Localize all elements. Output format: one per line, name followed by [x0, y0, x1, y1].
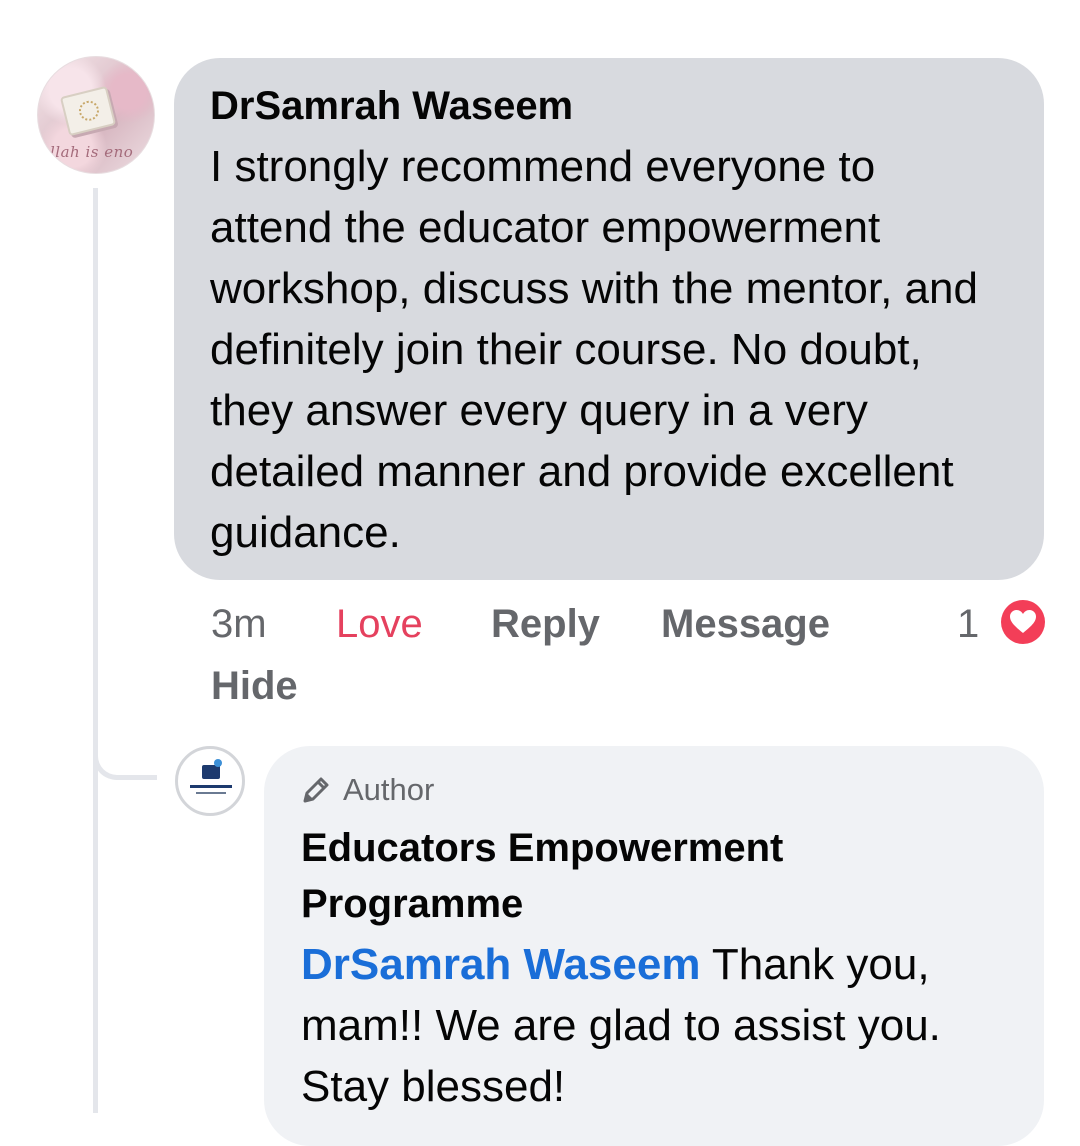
- message-button[interactable]: Message: [661, 598, 830, 650]
- heart-icon[interactable]: [1001, 600, 1045, 644]
- author-badge: Author: [301, 772, 1007, 808]
- mention-link[interactable]: DrSamrah Waseem: [301, 940, 700, 989]
- pencil-icon: [303, 777, 329, 803]
- hide-button[interactable]: Hide: [211, 660, 298, 712]
- thread-connector: [93, 720, 157, 780]
- reaction-count[interactable]: 1: [957, 598, 979, 650]
- reply-bubble: Author Educators Empowerment Programme D…: [264, 746, 1044, 1146]
- author-badge-label: Author: [343, 772, 435, 807]
- page-avatar[interactable]: [175, 746, 245, 816]
- book-image: [59, 85, 117, 137]
- logo-divider: [190, 785, 232, 788]
- reply-button[interactable]: Reply: [491, 598, 600, 650]
- comment-text: I strongly recommend everyone to attend …: [210, 142, 978, 557]
- comment-author[interactable]: DrSamrah Waseem: [210, 82, 1008, 130]
- love-button[interactable]: Love: [336, 598, 423, 650]
- avatar[interactable]: llah is eno: [37, 56, 155, 174]
- logo-icon: [202, 759, 222, 779]
- avatar-caption: llah is eno: [50, 143, 134, 161]
- comment-bubble: DrSamrah Waseem I strongly recommend eve…: [174, 58, 1044, 580]
- reply-author[interactable]: Educators Empowerment Programme: [301, 820, 1007, 932]
- comment-actions: 3m Love Reply Message 1: [211, 598, 1045, 658]
- timestamp[interactable]: 3m: [211, 598, 267, 650]
- reply-text: DrSamrah Waseem Thank you, mam!! We are …: [301, 934, 1007, 1117]
- thread-line: [93, 188, 98, 1113]
- logo-divider-small: [196, 792, 226, 794]
